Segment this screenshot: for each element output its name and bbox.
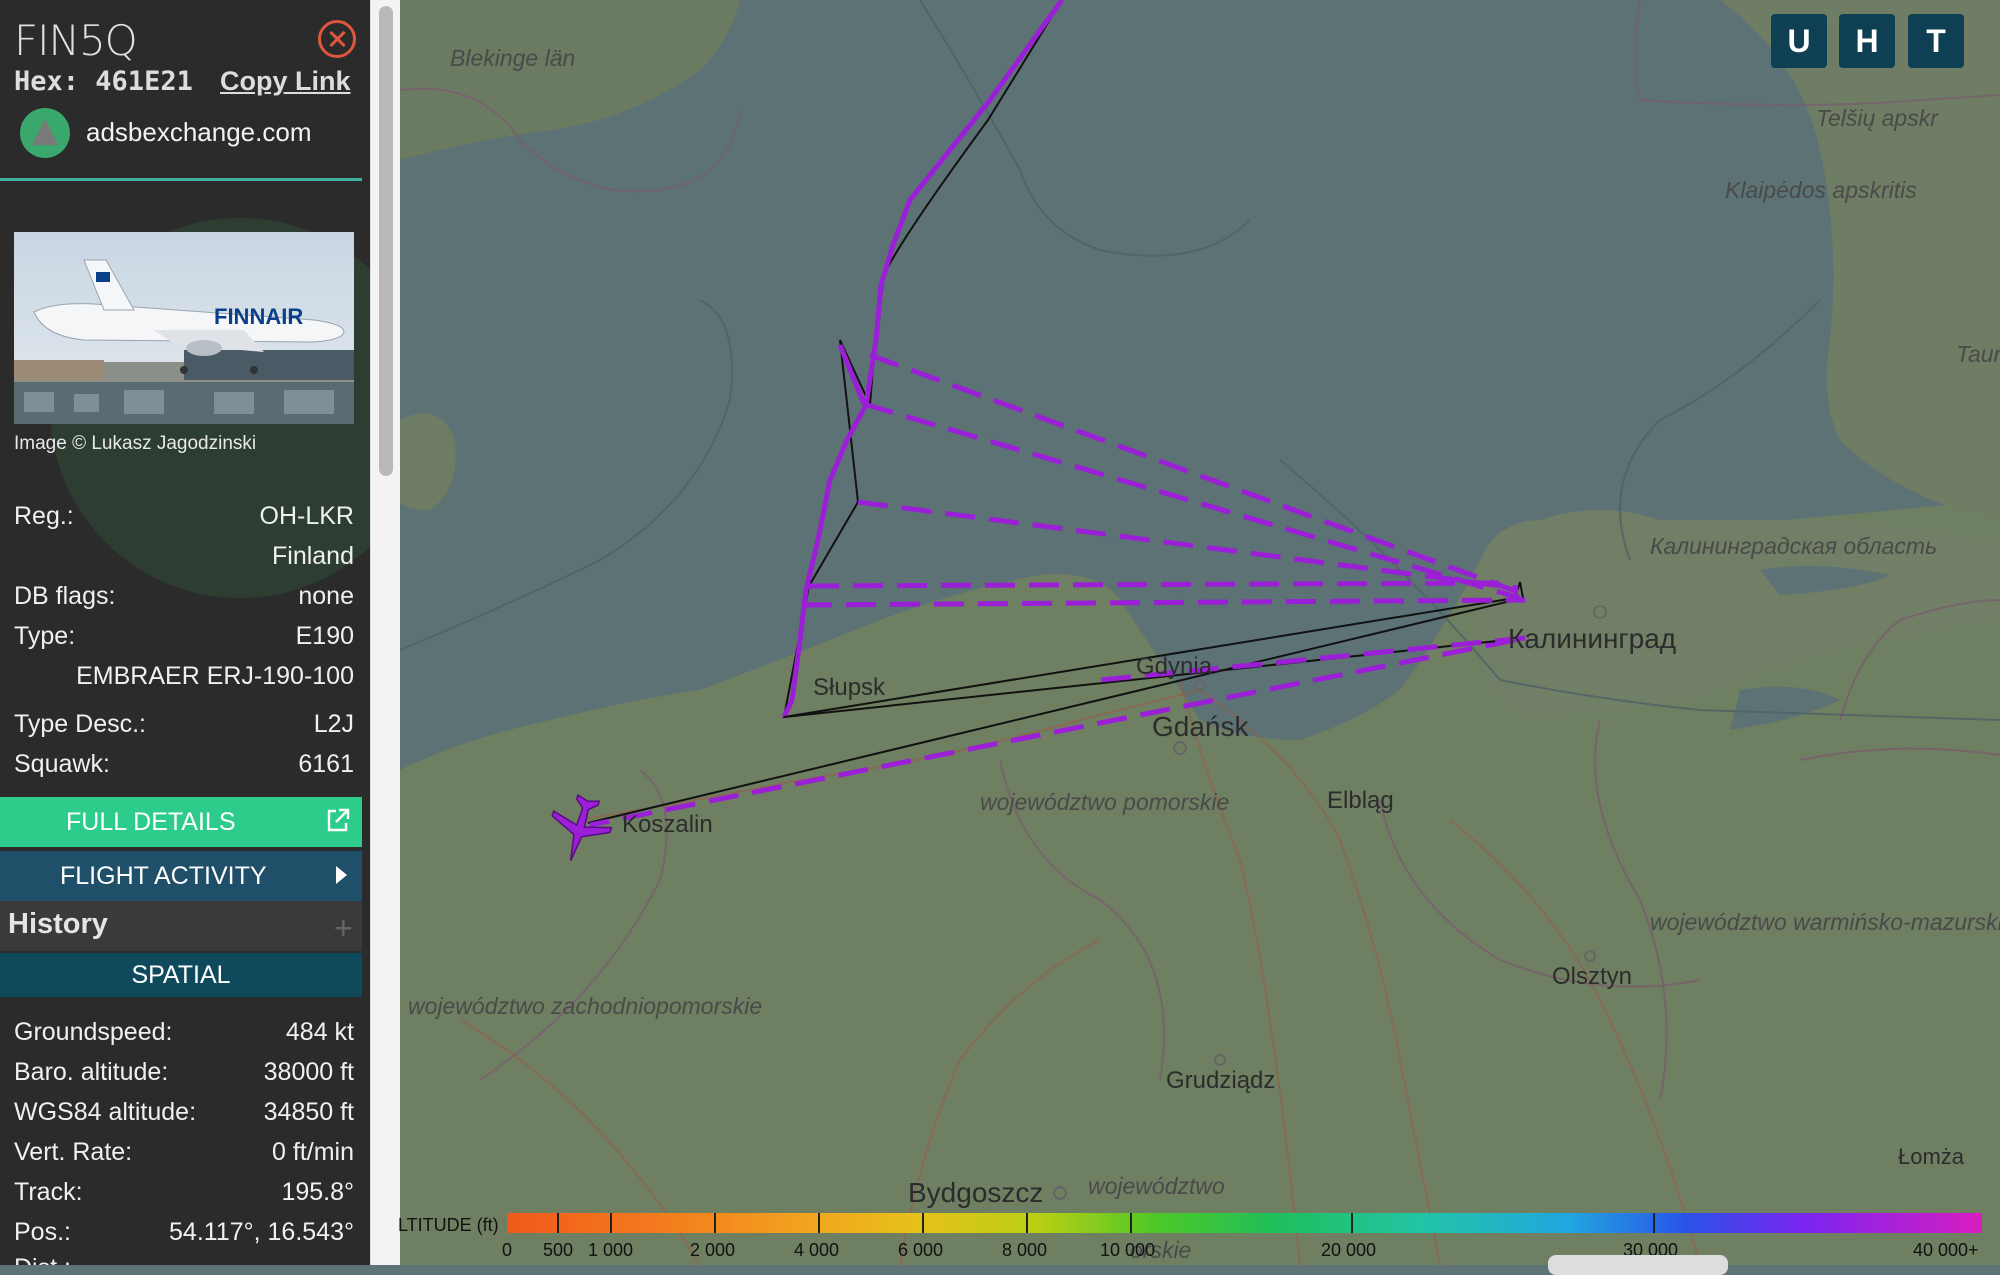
- map-view[interactable]: Калининград Gdynia Gdańsk Słupsk Koszali…: [400, 0, 2000, 1265]
- svg-text:FINNAIR: FINNAIR: [214, 304, 303, 329]
- squawk-value: 6161: [298, 750, 354, 778]
- db-flags-value: none: [298, 582, 354, 610]
- map-canvas[interactable]: Калининград Gdynia Gdańsk Słupsk Koszali…: [400, 0, 2000, 1265]
- full-details-label: FULL DETAILS: [66, 808, 236, 836]
- copy-link[interactable]: Copy Link: [220, 66, 351, 97]
- map-button-h[interactable]: H: [1839, 14, 1895, 68]
- city-label-lomza: Łomża: [1898, 1144, 1965, 1169]
- header-divider: [0, 178, 362, 181]
- legend-tick: 2 000: [690, 1240, 736, 1260]
- legend-tick: 10 000: [1100, 1240, 1156, 1260]
- type-value: E190: [295, 622, 354, 650]
- legend-tick: 8 000: [1002, 1240, 1048, 1260]
- region-label-wojewodztwo: województwo: [1088, 1173, 1225, 1199]
- full-details-button[interactable]: FULL DETAILS: [0, 797, 362, 847]
- history-label: History: [8, 908, 108, 940]
- legend-tick: 4 000: [794, 1240, 840, 1260]
- map-button-u[interactable]: U: [1771, 14, 1827, 68]
- db-flags-label: DB flags:: [14, 582, 116, 610]
- wgs84-altitude-label: WGS84 altitude:: [14, 1098, 197, 1126]
- aircraft-photo[interactable]: FINNAIR: [14, 232, 354, 424]
- position-value: 54.117°, 16.543°: [169, 1218, 354, 1246]
- city-label-elblag: Elbląg: [1327, 787, 1394, 814]
- region-label-taur: Taur aps: [1956, 341, 2000, 367]
- plus-icon: +: [334, 910, 353, 946]
- region-label-klaipedos: Klaipėdos apskritis: [1725, 177, 1917, 203]
- sidebar-scrollbar[interactable]: [370, 0, 401, 1265]
- city-label-grudziadz: Grudziądz: [1166, 1067, 1275, 1094]
- close-icon[interactable]: [318, 20, 356, 58]
- hex-label: Hex:: [14, 66, 80, 97]
- city-label-gdansk: Gdańsk: [1152, 711, 1249, 742]
- photo-credit: Image © Lukasz Jagodzinski: [14, 433, 257, 454]
- spatial-section-header[interactable]: SPATIAL: [0, 953, 362, 997]
- callsign-title: FIN5Q: [14, 16, 138, 65]
- flight-activity-label: FLIGHT ACTIVITY: [60, 862, 267, 890]
- reg-value: OH-LKR: [259, 502, 354, 530]
- baro-altitude-label: Baro. altitude:: [14, 1058, 169, 1086]
- reg-label: Reg.:: [14, 502, 74, 530]
- external-link-icon: [327, 808, 350, 832]
- city-label-slupsk: Słupsk: [813, 674, 886, 701]
- city-label-bydgoszcz: Bydgoszcz: [908, 1177, 1043, 1208]
- distance-label: Dist.:: [14, 1254, 71, 1265]
- aircraft-info-panel: FIN5Q Hex: 461E21 Copy Link adsbexchange…: [0, 0, 370, 1265]
- hex-value: 461E21: [95, 66, 193, 97]
- track-label: Track:: [14, 1178, 83, 1206]
- legend-tick: 40 000+: [1913, 1240, 1979, 1260]
- wgs84-altitude-value: 34850 ft: [263, 1098, 354, 1126]
- adsbexchange-logo-icon: [20, 108, 70, 158]
- type-desc-label: Type Desc.:: [14, 710, 146, 738]
- flight-activity-button[interactable]: FLIGHT ACTIVITY: [0, 851, 362, 901]
- vert-rate-value: 0 ft/min: [272, 1138, 354, 1166]
- map-button-t[interactable]: T: [1908, 14, 1964, 68]
- city-label-olsztyn: Olsztyn: [1552, 963, 1632, 990]
- country-value: Finland: [272, 542, 354, 570]
- bottom-drawer-handle[interactable]: [1548, 1255, 1728, 1275]
- legend-tick: 20 000: [1321, 1240, 1377, 1260]
- legend-tick: 6 000: [898, 1240, 944, 1260]
- squawk-label: Squawk:: [14, 750, 110, 778]
- scrollbar-thumb[interactable]: [379, 6, 393, 476]
- caret-right-icon: [336, 866, 347, 884]
- position-label: Pos.:: [14, 1218, 71, 1246]
- legend-tick: 0: [502, 1240, 513, 1260]
- legend-tick: 1 000: [588, 1240, 634, 1260]
- baro-altitude-value: 38000 ft: [263, 1058, 354, 1086]
- city-label-gdynia: Gdynia: [1136, 653, 1213, 680]
- city-label-kaliningrad: Калининград: [1508, 623, 1676, 654]
- type-label: Type:: [14, 622, 76, 650]
- legend-tick: 500: [543, 1240, 574, 1260]
- source-link[interactable]: adsbexchange.com: [86, 117, 311, 148]
- region-label-kaliningrad-oblast: Калининградская область: [1650, 533, 1937, 559]
- type-full-value: EMBRAER ERJ-190-100: [76, 662, 354, 690]
- hex-row: Hex: 461E21: [14, 66, 193, 97]
- city-label-koszalin: Koszalin: [622, 811, 713, 838]
- region-label-zachodniopomorskie: województwo zachodniopomorskie: [408, 993, 762, 1019]
- vert-rate-label: Vert. Rate:: [14, 1138, 133, 1166]
- altitude-legend-title: LTITUDE (ft): [398, 1215, 499, 1235]
- region-label-warminsko: województwo warmińsko-mazurskie: [1650, 909, 2000, 935]
- region-label-blekinge: Blekinge län: [450, 45, 575, 71]
- history-section-toggle[interactable]: History +: [0, 901, 362, 951]
- groundspeed-value: 484 kt: [285, 1018, 354, 1046]
- track-value: 195.8°: [281, 1178, 354, 1206]
- region-label-telsiu: Telšių apskr: [1816, 105, 1939, 131]
- altitude-color-scale: [507, 1213, 1982, 1233]
- groundspeed-label: Groundspeed:: [14, 1018, 173, 1046]
- region-label-pomorskie: województwo pomorskie: [980, 789, 1229, 815]
- type-desc-value: L2J: [313, 710, 354, 738]
